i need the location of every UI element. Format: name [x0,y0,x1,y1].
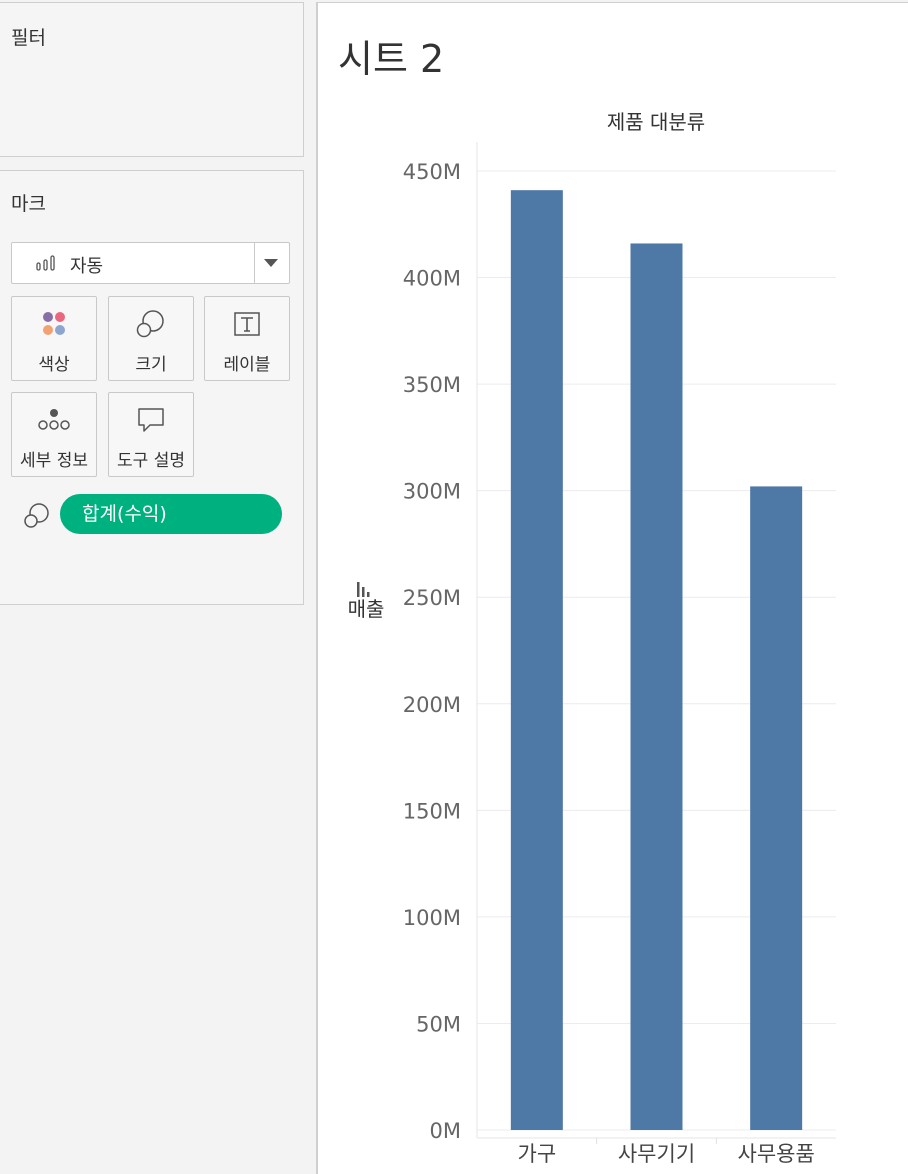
x-tick-label: 사무용품 [738,1142,815,1166]
x-tick-label: 가구 [518,1142,557,1166]
bars [510,190,803,1131]
y-tick-label: 400M [403,267,461,291]
y-axis-title: 매출 [348,597,385,621]
bar[interactable] [750,486,803,1131]
x-tick-label: 사무기기 [618,1142,695,1166]
y-tick-label: 50M [416,1012,461,1036]
measure-icon [357,582,370,597]
bar[interactable] [630,243,683,1131]
y-tick-label: 200M [403,693,461,717]
y-tick-label: 150M [403,799,461,823]
y-tick-label: 0M [430,1119,461,1143]
y-tick-label: 300M [403,480,461,504]
chart-title: 제품 대분류 [607,110,705,134]
bar[interactable] [510,190,563,1130]
y-axis-label: 매출 [348,597,385,621]
y-tick-label: 350M [403,373,461,397]
bar-chart: 0M 50M 100M 150M 200M 250M 300M 350M 400M 450M 가구 사… [348,110,836,1166]
y-tick-label: 100M [403,906,461,930]
y-tick-label: 450M [403,160,461,184]
y-tick-label: 250M [403,586,461,610]
